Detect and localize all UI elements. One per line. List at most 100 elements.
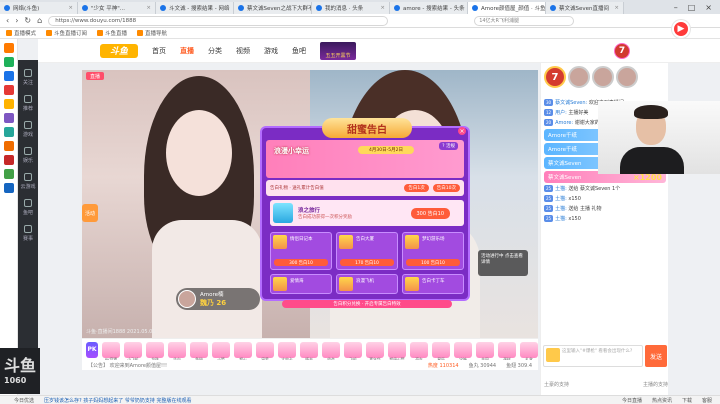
banner-user[interactable]: 蔡文诚Seven [548,173,582,181]
gift-item[interactable]: 蛋糕 [498,341,516,362]
footer-right[interactable]: 主播的支持 [643,381,668,388]
chat-user[interactable]: 土猫: [555,216,568,222]
rules-button[interactable]: ? 活规 [439,142,458,150]
gift-item[interactable]: 情书 [300,341,318,362]
gift-item[interactable]: 嘉年华 [366,341,384,362]
nav-item[interactable]: 鱼吧 [292,46,306,56]
app-icon[interactable] [3,183,14,193]
gift-item[interactable]: 小飞机 [124,341,142,362]
chat-user[interactable]: 蔡文诚Seven: [555,100,589,106]
nav-item[interactable]: 视频 [236,46,250,56]
gift-item[interactable]: 太空卡 [278,341,296,362]
nav-item[interactable]: 游戏 [264,46,278,56]
maximize-icon[interactable]: □ [688,3,696,12]
nav-item[interactable]: 首页 [152,46,166,56]
app-icon[interactable] [3,71,14,81]
chat-user[interactable]: 土猫: [555,196,568,202]
gift-item[interactable]: 礼盒 [520,341,538,362]
featured-gift[interactable]: 浪之旅行 告白成功获得一次积分奖励 300 告白10 [270,200,464,226]
chat-user[interactable]: 土猫: [555,186,568,192]
emoji-icon[interactable] [546,348,560,362]
forward-icon[interactable]: › [15,16,18,25]
gift-card[interactable]: 梦幻游乐场 100 告白10 [402,232,464,270]
gift-card[interactable]: 告白大厦 170 告白10 [336,232,398,270]
gift-buy-button[interactable]: 300 告白10 [274,259,328,266]
gift-item[interactable]: 星辰 [432,341,450,362]
gift-card[interactable]: 爱情海 [270,274,332,294]
banner-user[interactable]: Amore千纸 [548,131,577,139]
status-link[interactable]: 今日直播 [622,397,642,404]
gift-item[interactable]: 宝箱 [454,341,472,362]
nav-item[interactable]: 直播 [180,46,194,56]
site-logo[interactable]: 斗鱼 [100,43,138,58]
rank-avatar[interactable]: 7 [544,66,566,88]
browser-search-input[interactable]: 14亿大R飞利浦腿 [474,15,575,26]
gift-item[interactable]: 豪车 [410,341,428,362]
featured-gift-buy-button[interactable]: 300 告白10 [410,207,450,219]
rank-avatar[interactable] [568,66,590,88]
chat-user[interactable]: 土猫: [555,206,568,212]
gift-buy-button[interactable]: 100 告白10 [406,259,460,266]
close-icon[interactable]: × [380,5,385,11]
refresh-icon[interactable]: ↻ [24,16,31,25]
home-icon[interactable]: ⌂ [37,16,42,25]
app-icon[interactable] [3,99,14,109]
gift-card[interactable]: 告白卡丁车 [402,274,464,294]
sidenav-item[interactable]: 赛事 [18,225,38,242]
gift-card[interactable]: 浪漫飞机 [336,274,398,294]
close-icon[interactable]: × [458,127,466,135]
gift-item[interactable]: 鱼翅 [190,341,208,362]
browser-tab[interactable]: 网络(斗鱼) × [0,2,78,14]
sidenav-item[interactable]: 鱼吧 [18,199,38,216]
chat-user[interactable]: 用户: [555,110,568,116]
confess-once-button[interactable]: 告白1次 [404,184,429,192]
sidenav-item[interactable]: 娱乐 [18,147,38,164]
bookmark-item[interactable]: 直播模式 [6,29,36,37]
rank-avatar[interactable] [592,66,614,88]
promo-banner[interactable]: 五五开黑节 [320,41,356,60]
app-icon[interactable] [3,85,14,95]
user-avatar[interactable]: 7 [614,42,630,59]
streamer-tag[interactable]: Amore楠 魏乃 26 [176,288,260,310]
browser-tab[interactable]: "少女 平神"... × [78,2,156,14]
browser-tab[interactable]: Amore颜值屋_颜值 · 斗鱼× [468,2,546,14]
sidenav-item[interactable]: 推荐 [18,95,38,112]
gift-item[interactable]: PK竞猜 [102,341,120,362]
gift-item[interactable]: 约会 [322,341,340,362]
gift-item[interactable]: 超火 [234,341,252,362]
pk-button[interactable]: PK [86,341,98,358]
bookmark-item[interactable]: 直播导航 [137,29,167,37]
gift-card[interactable]: 情侣日记本 300 告白10 [270,232,332,270]
gift-item[interactable]: 超级火箭 [388,341,406,362]
gift-item[interactable]: 龙珠 [146,341,164,362]
app-icon[interactable] [3,169,14,179]
gift-item[interactable]: 火箭 [212,341,230,362]
send-button[interactable]: 发送 [645,345,667,367]
app-icon[interactable] [3,127,14,137]
footer-left[interactable]: 土豪的支持 [544,381,569,388]
gift-item[interactable]: 告白 [168,341,186,362]
activity-card[interactable]: 活动进行中 点击查看详情 [478,250,528,276]
banner-user[interactable]: 蔡文诚Seven [548,159,582,167]
app-icon[interactable] [3,113,14,123]
modal-footer[interactable]: 告白积分兑换 · 开启专属告白特效 [282,300,452,308]
app-icon[interactable] [3,57,14,67]
app-icon[interactable] [3,141,14,151]
close-icon[interactable]: × [146,5,151,11]
minimize-icon[interactable]: – [674,3,678,12]
sidenav-item[interactable]: 云游戏 [18,173,38,190]
browser-tab[interactable]: 蔡文诚Seven之战下大群不× [234,2,312,14]
rank-avatar[interactable] [616,66,638,88]
news-ticker[interactable]: 压岁钱该怎么存? 孩子妈妈想起来了 爷爷奶奶支持 完整版在线观看 [44,397,191,404]
bookmark-item[interactable]: 斗鱼直播订阅 [46,29,87,37]
close-icon[interactable]: × [68,5,73,11]
app-icon[interactable] [3,155,14,165]
close-icon[interactable]: × [614,5,619,11]
gift-item[interactable]: 飞机 [344,341,362,362]
url-input[interactable]: https://www.douyu.com/1888 [48,15,389,26]
status-link[interactable]: 热点资讯 [652,397,672,404]
confess-ten-button[interactable]: 告白10次 [432,184,460,192]
today-picks[interactable]: 今日优选 [14,397,34,404]
back-icon[interactable]: ‹ [6,16,9,25]
sidenav-item[interactable]: 游戏 [18,121,38,138]
